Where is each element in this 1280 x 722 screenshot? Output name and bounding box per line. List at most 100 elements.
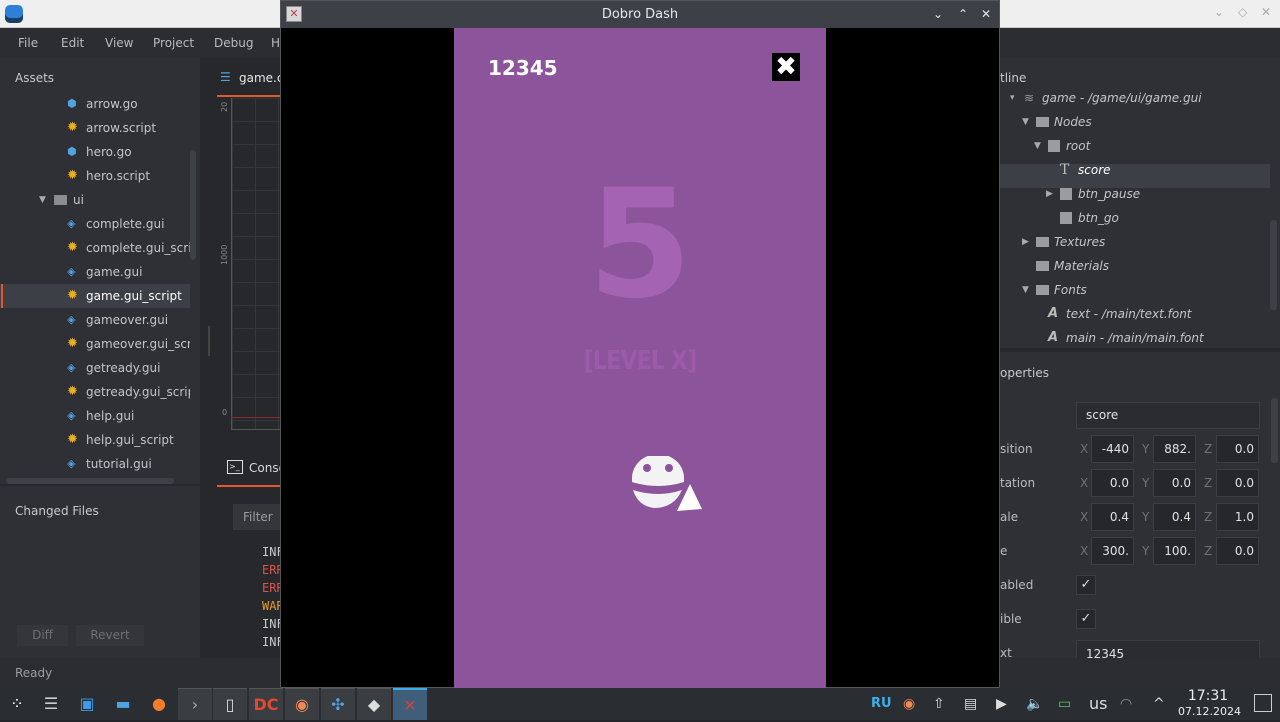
property-x-field[interactable]: -440 <box>1091 435 1134 463</box>
expand-arrow-icon[interactable]: ▶ <box>1046 182 1053 206</box>
property-y-field[interactable]: 0.0 <box>1153 469 1196 497</box>
menu-file[interactable]: File <box>18 36 38 50</box>
asset-item[interactable]: ✹ hero.script <box>0 164 190 188</box>
property-y-field[interactable]: 0.4 <box>1153 503 1196 531</box>
property-z-field[interactable]: 0.0 <box>1216 435 1259 463</box>
outline-item[interactable]: ▶ btn_pause <box>1000 182 1270 206</box>
text-field[interactable]: 12345 <box>1076 640 1260 658</box>
minimize-icon[interactable]: ⌄ <box>933 1 943 28</box>
asset-item[interactable]: ✹ getready.gui_script <box>0 380 190 404</box>
enabled-checkbox[interactable]: ✓ <box>1076 575 1096 595</box>
property-z-field[interactable]: 0.0 <box>1216 469 1259 497</box>
battery-icon[interactable]: ▭ <box>1058 688 1071 720</box>
expand-arrow-icon[interactable]: ▼ <box>1022 110 1029 134</box>
outline-item[interactable]: ▼ root <box>1000 134 1270 158</box>
menu-help[interactable]: H <box>271 36 280 50</box>
expand-arrow-icon[interactable]: ▼ <box>39 188 51 205</box>
asset-item[interactable]: ✹ complete.gui_script <box>0 236 190 260</box>
restore-icon[interactable]: ◇ <box>1238 5 1247 19</box>
dropdown-chevron-icon[interactable]: ⌄ <box>1214 5 1224 19</box>
expand-arrow-icon[interactable]: ▾ <box>1010 92 1015 110</box>
asset-item[interactable]: ◈ complete.gui <box>0 212 190 236</box>
media-tray-icon[interactable]: ◉ <box>903 688 915 720</box>
asset-tree-scrollbar[interactable] <box>190 150 196 260</box>
discover-store-icon[interactable]: ▣ <box>70 688 104 720</box>
clipboard-icon[interactable]: ▤ <box>964 688 977 720</box>
property-z-field[interactable]: 1.0 <box>1216 503 1259 531</box>
task-music-player[interactable]: ◉ <box>285 688 319 720</box>
asset-item[interactable]: ✹ arrow.script <box>0 116 190 140</box>
tray-expand-icon[interactable]: ^ <box>1153 688 1165 720</box>
asset-item[interactable]: ▼ ui <box>0 188 190 212</box>
editor-tab[interactable]: game.c <box>239 71 283 85</box>
menu-debug[interactable]: Debug <box>214 36 253 50</box>
asset-item[interactable]: ✹ game.gui_script <box>0 284 190 308</box>
property-y-field[interactable]: 100. <box>1153 537 1196 565</box>
asset-item[interactable]: ◈ gameover.gui <box>0 308 190 332</box>
menu-edit[interactable]: Edit <box>61 36 84 50</box>
outline-item[interactable]: btn_go <box>1000 206 1270 230</box>
keyboard-layout-ru[interactable]: RU <box>871 688 892 720</box>
task-doublecmd[interactable]: DC <box>249 688 283 720</box>
scene-canvas[interactable] <box>231 98 280 430</box>
console-filter[interactable]: Filter <box>233 504 280 530</box>
maximize-icon[interactable]: ⌃ <box>958 1 968 28</box>
revert-button[interactable]: Revert <box>76 625 144 646</box>
outline-item[interactable]: ▼ Fonts <box>1000 278 1270 302</box>
property-x-field[interactable]: 300. <box>1091 537 1134 565</box>
id-field[interactable]: score <box>1076 402 1260 429</box>
expand-arrow-icon[interactable]: ▼ <box>1034 134 1041 158</box>
gameobject-icon: ⬢ <box>67 97 77 110</box>
property-z-field[interactable]: 0.0 <box>1216 537 1259 565</box>
asset-item[interactable]: ✹ gameover.gui_script <box>0 332 190 356</box>
properties-scrollbar[interactable] <box>1271 398 1278 463</box>
wifi-icon[interactable]: ◠ <box>1120 688 1132 720</box>
expand-arrow-icon[interactable]: ▼ <box>1022 278 1029 302</box>
outline-item[interactable]: Atext - /main/text.font <box>1000 302 1270 326</box>
outline-item[interactable]: ▼ Nodes <box>1000 110 1270 134</box>
pause-close-button[interactable]: ✖ <box>772 53 800 81</box>
menu-view[interactable]: View <box>105 36 133 50</box>
settings-sliders-icon[interactable]: ☰ <box>34 688 68 720</box>
asset-item[interactable]: ◈ tutorial.gui <box>0 452 190 476</box>
firefox-icon[interactable]: ● <box>142 688 176 720</box>
property-x-field[interactable]: 0.0 <box>1091 469 1134 497</box>
menu-project[interactable]: Project <box>153 36 194 50</box>
visible-checkbox[interactable]: ✓ <box>1076 609 1096 629</box>
asset-item[interactable]: ✹ help.gui_script <box>0 428 190 452</box>
clock[interactable]: 17:31 07.12.2024 <box>1178 689 1241 719</box>
file-manager-icon[interactable]: ▬ <box>106 688 140 720</box>
volume-icon[interactable]: 🔈 <box>1026 688 1043 720</box>
task-dobro-dash[interactable]: ✕ <box>393 688 427 720</box>
outline-item[interactable]: Materials <box>1000 254 1270 278</box>
asset-item[interactable]: ⬢ hero.go <box>0 140 190 164</box>
game-viewport[interactable]: 12345 ✖ 5 [LEVEL X] <box>454 28 826 689</box>
property-y-field[interactable]: 882. <box>1153 435 1196 463</box>
asset-item[interactable]: ◈ getready.gui <box>0 356 190 380</box>
media-play-icon[interactable]: ▶ <box>996 688 1007 720</box>
keyboard-layout-us[interactable]: us <box>1089 688 1107 720</box>
task-inkscape[interactable]: ◆ <box>357 688 391 720</box>
app-launcher-icon[interactable]: ⁘ <box>0 688 34 720</box>
update-icon[interactable]: ⇧ <box>933 688 945 720</box>
show-desktop-button[interactable] <box>1254 694 1272 712</box>
window-close-icon[interactable]: ✕ <box>981 1 991 28</box>
outline-scrollbar[interactable] <box>1270 220 1277 310</box>
property-x-field[interactable]: 0.4 <box>1091 503 1134 531</box>
task-defold[interactable]: ✣ <box>321 688 355 720</box>
asset-label: hero.go <box>86 145 132 159</box>
task-terminal[interactable]: › <box>178 688 212 720</box>
gui-icon: ◈ <box>67 265 76 278</box>
diff-button[interactable]: Diff <box>17 625 68 646</box>
expand-arrow-icon[interactable]: ▶ <box>1022 230 1029 254</box>
outline-item[interactable]: ▾ ≋ game - /game/ui/game.gui <box>1000 92 1270 110</box>
asset-item[interactable]: ⬢ arrow.go <box>0 92 190 116</box>
asset-item[interactable]: ◈ help.gui <box>0 404 190 428</box>
splitter-handle[interactable] <box>208 326 210 356</box>
asset-item[interactable]: ◈ game.gui <box>0 260 190 284</box>
outline-item[interactable]: ▶ Textures <box>1000 230 1270 254</box>
outline-item[interactable]: Amain - /main/main.font <box>1000 326 1270 346</box>
outline-item[interactable]: Tscore <box>1000 158 1270 182</box>
task-text-editor[interactable]: ▯ <box>213 688 247 720</box>
close-icon[interactable]: ✕ <box>1261 5 1271 19</box>
